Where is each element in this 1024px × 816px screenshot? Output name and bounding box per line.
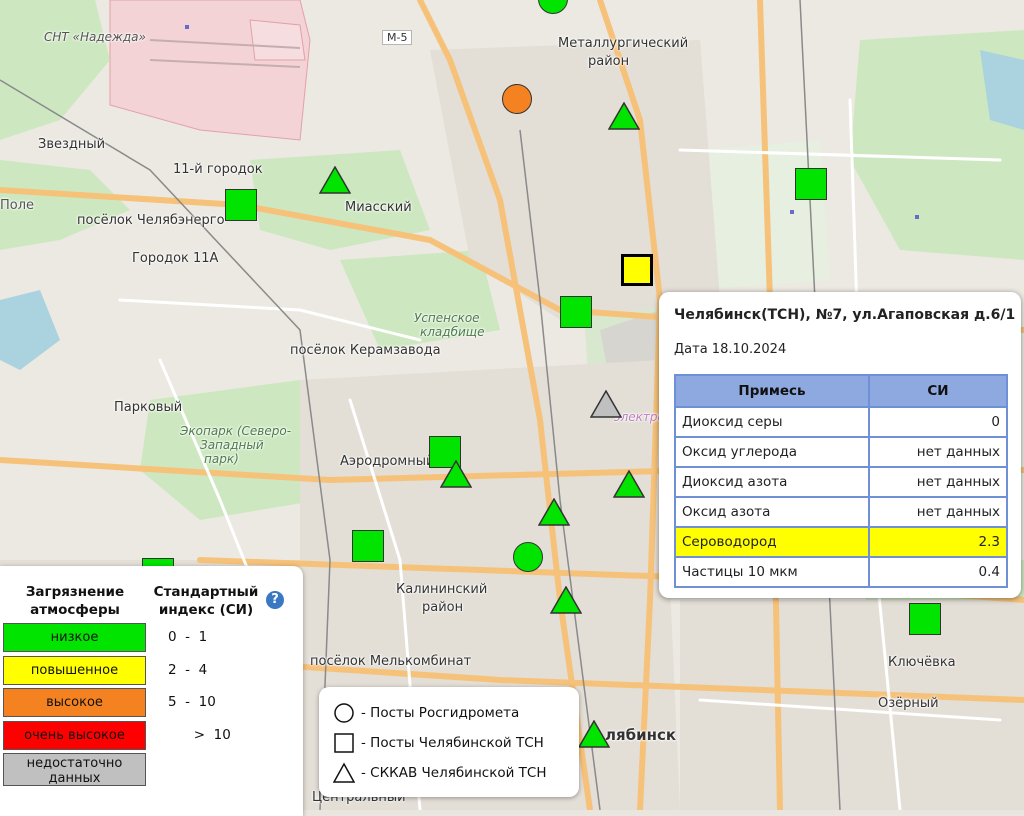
map-label: Миасский <box>345 200 412 215</box>
map-label: Озёрный <box>878 696 939 711</box>
skkav-marker[interactable] <box>613 470 645 498</box>
road-shield: М-5 <box>382 30 413 45</box>
legend-range: 2 - 4 <box>168 662 208 678</box>
map-label: Калининский <box>396 582 488 597</box>
legend-title-pollution: Загрязнение атмосферы <box>25 584 125 618</box>
pollutant-si: нет данных <box>868 496 1008 528</box>
circle-icon <box>334 703 354 723</box>
symbol-legend-label: - СККАВ Челябинской ТСН <box>361 765 547 781</box>
map-label: 11-й городок <box>173 162 263 177</box>
triangle-icon <box>332 762 356 783</box>
symbol-legend-item: - Посты Росгидромета <box>333 702 519 724</box>
map-label: лябинск <box>605 726 677 744</box>
legend-level-no-data: недостаточно данных <box>3 753 146 786</box>
map-label: Городок 11А <box>132 251 219 266</box>
skkav-marker[interactable] <box>538 498 570 526</box>
map-label: Аэродромный <box>340 454 435 469</box>
map-label: посёлок Керамзавода <box>290 343 441 358</box>
pollutant-name: Сероводород <box>674 526 870 558</box>
symbol-legend-label: - Посты Челябинской ТСН <box>361 735 544 751</box>
map-label: Экопарк (Северо- <box>180 424 292 438</box>
rosgidromet-post-marker[interactable] <box>502 84 532 114</box>
legend-level-elevated: повышенное <box>3 656 146 685</box>
table-row: Оксид азота нет данных <box>674 496 1008 528</box>
station-popup: Челябинск(ТСН), №7, ул.Агаповская д.6/1 … <box>659 292 1021 598</box>
legend-range: 5 - 10 <box>168 694 216 710</box>
pollutant-si: 2.3 <box>868 526 1008 558</box>
symbol-legend-label: - Посты Росгидромета <box>361 705 520 721</box>
legend-title-index: Стандартный индекс (СИ) <box>153 584 259 618</box>
pollutant-name: Оксид азота <box>674 496 870 528</box>
legend-level-very-high: очень высокое <box>3 721 146 750</box>
symbol-legend-item: - СККАВ Челябинской ТСН <box>332 762 547 784</box>
skkav-marker[interactable] <box>440 460 472 488</box>
column-header-pollutant: Примесь <box>674 374 870 408</box>
skkav-marker[interactable] <box>319 166 351 194</box>
pollutant-si: нет данных <box>868 436 1008 468</box>
map-label: район <box>422 600 464 615</box>
map-label: Ключёвка <box>888 655 956 670</box>
table-row: Сероводород 2.3 <box>674 526 1008 558</box>
skkav-marker[interactable] <box>590 390 622 418</box>
map-label: парк) <box>204 452 239 466</box>
pollutant-name: Диоксид серы <box>674 406 870 438</box>
tsn-post-marker[interactable] <box>225 189 257 221</box>
pollutant-si: 0.4 <box>868 556 1008 588</box>
map-label: Звездный <box>38 137 106 152</box>
table-row: Оксид углерода нет данных <box>674 436 1008 468</box>
symbol-legend-item: - Посты Челябинской ТСН <box>333 732 544 754</box>
map-label: посёлок Мелькомбинат <box>310 654 472 669</box>
station-type-legend: - Посты Росгидромета - Посты Челябинской… <box>319 687 579 797</box>
map-label: посёлок Челябэнерго <box>77 213 225 228</box>
column-header-si: СИ <box>868 374 1008 408</box>
rosgidromet-post-marker[interactable] <box>513 542 543 572</box>
popup-title: Челябинск(ТСН), №7, ул.Агаповская д.6/1 <box>674 307 1016 323</box>
square-icon <box>334 733 354 753</box>
pollution-legend: Загрязнение атмосферы Стандартный индекс… <box>0 566 303 816</box>
pollutant-name: Частицы 10 мкм <box>674 556 870 588</box>
pollutant-si: 0 <box>868 406 1008 438</box>
table-row: Диоксид азота нет данных <box>674 466 1008 498</box>
map-label: Западный <box>200 438 264 452</box>
map-label: кладбище <box>420 325 485 339</box>
legend-range: > 10 <box>168 727 231 743</box>
map-label: Парковый <box>114 400 183 415</box>
pollutant-name: Оксид углерода <box>674 436 870 468</box>
skkav-marker[interactable] <box>578 720 610 748</box>
tsn-post-marker[interactable] <box>909 603 941 635</box>
legend-level-high: высокое <box>3 688 146 717</box>
map-label: Успенское <box>414 311 480 325</box>
tsn-post-marker[interactable] <box>560 296 592 328</box>
popup-date: Дата 18.10.2024 <box>674 342 787 357</box>
pollutant-si: нет данных <box>868 466 1008 498</box>
legend-range: 0 - 1 <box>168 629 208 645</box>
table-row: Частицы 10 мкм 0.4 <box>674 556 1008 588</box>
pollutant-name: Диоксид азота <box>674 466 870 498</box>
map-label: Металлургический <box>558 36 689 51</box>
skkav-marker[interactable] <box>608 102 640 130</box>
skkav-marker[interactable] <box>550 586 582 614</box>
pollutant-table: Примесь СИ Диоксид серы 0 Оксид углерода н… <box>674 374 1008 588</box>
map-label: СНТ «Надежда» <box>44 30 146 44</box>
tsn-post-marker[interactable] <box>352 530 384 562</box>
table-row: Диоксид серы 0 <box>674 406 1008 438</box>
map-label: Поле <box>0 198 35 213</box>
map-label: район <box>588 54 630 69</box>
tsn-post-marker-selected[interactable] <box>621 254 653 286</box>
legend-level-low: низкое <box>3 623 146 652</box>
tsn-post-marker[interactable] <box>795 168 827 200</box>
question-icon[interactable]: ? <box>266 591 284 609</box>
